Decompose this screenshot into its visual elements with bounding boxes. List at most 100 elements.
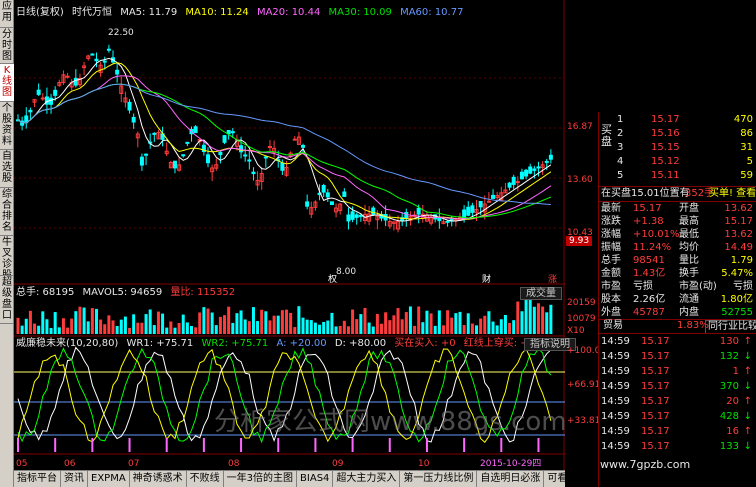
quote-row: 涨幅 +10.01% 最低 13.62 — [599, 229, 756, 241]
indicator-tab[interactable]: 一年3倍的主图 — [224, 471, 298, 487]
volume-bar — [136, 322, 140, 334]
volume-ratio: 量比: 115352 — [170, 287, 236, 298]
tick-price: 15.17 — [641, 351, 670, 362]
sidebar-tab[interactable]: 分时图 — [0, 28, 14, 64]
tick-time: 14:59 — [601, 366, 630, 377]
quote-value: 14.49 — [724, 242, 753, 253]
volume-bar — [322, 321, 326, 334]
ma-line — [17, 83, 551, 205]
tick-time: 14:59 — [601, 426, 630, 437]
quote-value: 亏损 — [633, 281, 653, 292]
volume-bar — [355, 319, 359, 334]
volume-bar — [545, 312, 549, 334]
order-volume: 5 — [746, 156, 753, 167]
volume-bar — [318, 324, 322, 334]
candle-body — [243, 154, 248, 157]
volume-menu-button[interactable]: 成交量 — [520, 287, 562, 300]
tick-volume: 20 — [726, 396, 739, 407]
tick-price: 15.17 — [641, 381, 670, 392]
arrow-up-icon: ↑ — [743, 426, 752, 437]
candle-body — [544, 160, 549, 163]
volume-bar — [392, 315, 396, 334]
candle-body — [301, 145, 306, 148]
volume-bar — [227, 306, 231, 334]
candle-body — [181, 154, 186, 157]
indicator-tab[interactable]: 自选明日必涨 — [477, 471, 545, 487]
volume-bar — [74, 311, 78, 334]
order-book-row[interactable]: 4 15.12 5 — [599, 156, 756, 168]
candle-body — [90, 53, 95, 56]
volume-bar — [437, 310, 441, 334]
candle-body — [49, 97, 54, 105]
candle-body — [267, 146, 272, 149]
sidebar-tab[interactable]: 牛叉诊股 — [0, 236, 14, 276]
volume-bar — [251, 307, 255, 334]
volume-bar — [297, 306, 301, 334]
indicator-tab[interactable]: 超大主力买入 — [333, 471, 401, 487]
signal-bar — [128, 438, 131, 452]
sidebar-tab[interactable]: 超级盘口 — [0, 276, 14, 324]
volume-bar — [334, 326, 338, 334]
chart-canvas: 22.50 8.00权 财 涨 05 06 07 08 09 10 2015-10-29四 分析家公式… — [14, 0, 565, 470]
volume-bar — [375, 313, 379, 334]
volume-bar — [475, 325, 479, 334]
indicator-tab[interactable]: 不败线 — [187, 471, 224, 487]
order-book-row[interactable]: 5 15.11 59 — [599, 170, 756, 182]
quote-label: 最低 — [679, 229, 699, 240]
stock-name-label: 时代万恒 — [72, 7, 112, 18]
volume-bar — [289, 312, 293, 334]
quote-label: 市盈 — [601, 281, 621, 292]
ma10-value: MA10: 11.24 — [185, 7, 249, 18]
large-order-alert[interactable]: 在买盘15.01位置有 352手 买单! 查看详细 — [599, 188, 756, 200]
volume-bar — [111, 320, 115, 334]
indicator-tab[interactable]: 资讯 — [61, 471, 88, 487]
volume-bar — [326, 320, 330, 334]
sidebar-tab[interactable]: 综合排名 — [0, 188, 14, 236]
indicator-tab[interactable]: 第一压力线比例 — [400, 471, 478, 487]
quote-row: 金额 1.43亿 换手 5.47% — [599, 268, 756, 280]
tick-time: 14:59 — [601, 351, 630, 362]
candle-body — [478, 200, 483, 208]
price-axis-label: 13.60 — [567, 175, 593, 185]
sidebar-tab[interactable]: K线图 — [0, 64, 14, 102]
order-book-row[interactable]: 1 15.17 470 — [599, 114, 756, 126]
indicator-tab[interactable]: 神奇诱惑术 — [130, 471, 187, 487]
volume-bar — [532, 306, 536, 334]
indicator-tab[interactable]: 指标平台 — [14, 471, 61, 487]
volume-bar — [541, 306, 545, 334]
volume-bar — [359, 314, 363, 334]
indicator-tab[interactable]: 可看涨停板 — [544, 471, 565, 487]
ma5-value: MA5: 11.79 — [120, 7, 178, 18]
order-book-row[interactable]: 2 15.16 86 — [599, 128, 756, 140]
site-watermark: www.7gpzb.com — [600, 458, 691, 471]
tick-row: 14:59 15.17 16 ↑ — [599, 426, 756, 438]
volume-bar — [165, 327, 169, 334]
indicator-tab[interactable]: EXPMA — [88, 471, 130, 487]
quote-panel: 买盘 1 15.17 470 2 15.16 86 3 15.15 31 4 15.12 5 5 15.1… — [598, 112, 756, 487]
ma20-value: MA20: 10.44 — [256, 7, 321, 18]
industry-row: 贸易 1.83% 同行业比较 — [599, 320, 756, 334]
volume-bar — [49, 327, 53, 334]
tick-volume: 370 — [719, 381, 739, 392]
tick-time: 14:59 — [601, 441, 630, 452]
order-book-row[interactable]: 3 15.15 31 — [599, 142, 756, 154]
candle-body — [131, 116, 136, 123]
sidebar-tab[interactable]: 个股资料 — [0, 102, 14, 150]
volume-bar — [57, 327, 61, 334]
signal-bar — [388, 438, 391, 452]
industry-compare-button[interactable]: 同行业比较 — [705, 320, 756, 334]
kline-chart-area[interactable]: 22.50 8.00 权 财 涨 05 06 07 08 09 10 2015-10-29四 分析家公式… — [14, 0, 565, 470]
volume-bar — [24, 318, 28, 334]
volume-bar — [239, 310, 243, 334]
candle-body — [536, 166, 541, 169]
sidebar-tab[interactable]: 应用 — [0, 0, 14, 28]
order-price: 15.11 — [651, 170, 680, 181]
sidebar-tab[interactable]: 自选股 — [0, 150, 14, 188]
volume-bar — [524, 294, 528, 334]
tick-price: 15.17 — [641, 411, 670, 422]
volume-bar — [115, 325, 119, 334]
indicator-tab[interactable]: BIAS4 — [297, 471, 334, 487]
signal-bar — [91, 438, 94, 452]
tick-row: 14:59 15.17 370 ↓ — [599, 381, 756, 393]
ma-info-strip: 日线(复权) 时代万恒 MA5: 11.79 MA10: 11.24 MA20:… — [16, 7, 468, 19]
